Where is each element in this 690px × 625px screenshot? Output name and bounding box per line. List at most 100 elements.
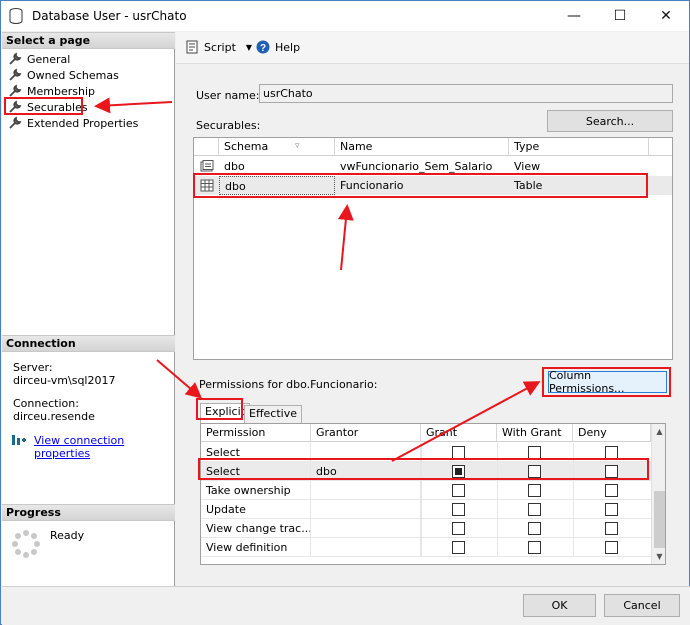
grantor-cell [311, 500, 421, 519]
grantor-column-header[interactable]: Grantor [311, 424, 421, 442]
page-general[interactable]: General [8, 51, 70, 67]
permission-row[interactable]: Take ownership [201, 481, 651, 500]
grantor-cell [311, 481, 421, 500]
deny-checkbox[interactable] [605, 522, 618, 535]
search-button[interactable]: Search... [547, 110, 673, 132]
grant-column-header[interactable]: Grant [421, 424, 497, 442]
column-permissions-button[interactable]: Column Permissions... [548, 369, 667, 395]
grant-checkbox[interactable] [452, 541, 465, 554]
securables-grid: Schema ▿ Name Type dbo vwFuncionario_Sem… [193, 137, 673, 360]
database-icon [9, 8, 23, 24]
grant-checkbox[interactable] [452, 522, 465, 535]
deny-checkbox[interactable] [605, 446, 618, 459]
permission-column-header[interactable]: Permission [201, 424, 311, 442]
securables-label: Securables: [196, 119, 261, 132]
minimize-button[interactable]: — [551, 1, 597, 31]
type-column-header[interactable]: Type [509, 138, 649, 156]
deny-checkbox[interactable] [605, 465, 618, 478]
deny-checkbox[interactable] [605, 541, 618, 554]
permission-row[interactable]: View change trac... [201, 519, 651, 538]
page-extended-properties[interactable]: Extended Properties [8, 115, 138, 131]
view-connection-properties-link[interactable]: View connection properties [34, 434, 174, 460]
permission-row[interactable]: Update [201, 500, 651, 519]
server-value: dirceu-vm\sql2017 [13, 374, 116, 387]
permission-cell: View change trac... [201, 519, 311, 538]
grantor-cell: dbo [311, 462, 421, 481]
tab-explicit[interactable]: Explicit [200, 403, 250, 423]
permission-cell: Select [201, 443, 311, 462]
deny-checkbox[interactable] [605, 503, 618, 516]
script-icon [186, 40, 198, 54]
page-owned-schemas[interactable]: Owned Schemas [8, 67, 119, 83]
tab-effective[interactable]: Effective [244, 405, 302, 423]
progress-spinner-icon [12, 530, 40, 558]
page-membership[interactable]: Membership [8, 83, 95, 99]
filter-icon: ▿ [295, 141, 300, 151]
right-pane: Script ▼ ? Help User name: usrChato Secu… [176, 32, 689, 586]
permissions-scrollbar[interactable]: ▲ ▼ [651, 424, 665, 564]
name-column-header[interactable]: Name [335, 138, 509, 156]
cancel-button[interactable]: Cancel [604, 594, 680, 617]
toolbar: Script ▼ ? Help [176, 32, 689, 64]
scroll-thumb[interactable] [654, 491, 665, 548]
with-grant-checkbox[interactable] [528, 541, 541, 554]
permission-cell: Select [201, 462, 311, 481]
permission-row[interactable]: Select dbo [201, 462, 651, 481]
connection-header: Connection [2, 335, 175, 352]
scroll-up-icon[interactable]: ▲ [652, 424, 665, 439]
ok-button[interactable]: OK [523, 594, 596, 617]
help-icon: ? [256, 40, 270, 54]
grant-checkbox[interactable] [452, 465, 465, 478]
permission-cell: Update [201, 500, 311, 519]
permission-row[interactable]: View definition [201, 538, 651, 557]
svg-text:?: ? [260, 43, 266, 54]
securables-header: Schema ▿ Name Type [194, 138, 672, 156]
permission-cell: Take ownership [201, 481, 311, 500]
permission-row[interactable]: Select [201, 443, 651, 462]
wrench-icon [9, 116, 22, 129]
with-grant-column-header[interactable]: With Grant [497, 424, 573, 442]
permissions-grid: Permission Grantor Grant With Grant Deny… [200, 423, 666, 565]
wrench-icon [9, 68, 22, 81]
with-grant-checkbox[interactable] [528, 484, 541, 497]
permission-cell: View definition [201, 538, 311, 557]
table-row-selected[interactable]: dbo Funcionario Table [194, 176, 672, 195]
connection-label: Connection: [13, 397, 79, 410]
chevron-down-icon: ▼ [245, 42, 253, 52]
script-button[interactable]: Script ▼ [185, 40, 252, 54]
with-grant-checkbox[interactable] [528, 503, 541, 516]
with-grant-checkbox[interactable] [528, 446, 541, 459]
with-grant-checkbox[interactable] [528, 465, 541, 478]
footer-bar: OK Cancel [2, 586, 690, 625]
deny-column-header[interactable]: Deny [573, 424, 651, 442]
grant-checkbox[interactable] [452, 446, 465, 459]
schema-column-header[interactable]: Schema ▿ [219, 138, 335, 156]
left-pane: Select a page General Owned Schemas Memb… [2, 32, 175, 586]
deny-checkbox[interactable] [605, 484, 618, 497]
page-securables[interactable]: Securables [8, 99, 88, 115]
select-page-header: Select a page [2, 32, 175, 49]
scroll-down-icon[interactable]: ▼ [652, 549, 665, 564]
user-name-label: User name: [196, 89, 260, 102]
grantor-cell [311, 538, 421, 557]
progress-header: Progress [2, 504, 175, 521]
permissions-header: Permission Grantor Grant With Grant Deny [201, 424, 651, 442]
grantor-cell [311, 443, 421, 462]
maximize-button[interactable]: ☐ [597, 1, 643, 31]
table-row[interactable]: dbo vwFuncionario_Sem_Salario View [194, 157, 672, 176]
grant-checkbox[interactable] [452, 503, 465, 516]
grant-checkbox[interactable] [452, 484, 465, 497]
view-icon [200, 160, 214, 172]
help-button[interactable]: ? Help [256, 40, 300, 54]
grantor-cell [311, 519, 421, 538]
with-grant-checkbox[interactable] [528, 522, 541, 535]
connection-icon [12, 435, 26, 445]
title-bar: Database User - usrChato — ☐ ✕ [1, 1, 689, 31]
wrench-icon [9, 100, 22, 113]
close-button[interactable]: ✕ [643, 1, 689, 31]
server-label: Server: [13, 361, 53, 374]
table-icon [200, 179, 214, 192]
wrench-icon [9, 52, 22, 65]
window-title: Database User - usrChato [32, 9, 187, 23]
user-name-field[interactable]: usrChato [259, 84, 673, 103]
